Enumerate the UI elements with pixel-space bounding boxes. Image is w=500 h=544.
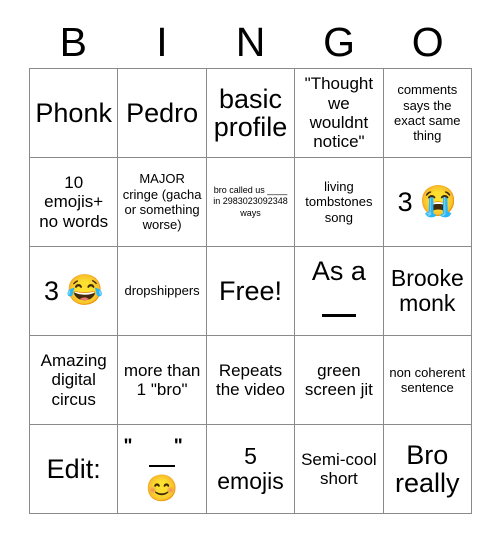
bingo-cell-b2[interactable]: 10 emojis+ no words [30, 158, 119, 247]
bingo-cell-i4[interactable]: more than 1 "bro" [118, 336, 207, 425]
bingo-card: B I N G O Phonk Pedro basic profile "Tho… [29, 0, 472, 514]
bingo-cell-o5[interactable]: Bro really [383, 425, 472, 514]
bingo-cell-b3[interactable]: 3 😂 [30, 247, 119, 336]
bingo-cell-b1[interactable]: Phonk [30, 69, 119, 158]
bingo-cell-g5[interactable]: Semi-cool short [295, 425, 384, 514]
bingo-cell-g2-label: living tombstones song [305, 179, 373, 225]
bingo-cell-i3[interactable]: dropshippers [118, 247, 207, 336]
bingo-cell-g3[interactable]: As a [295, 247, 384, 336]
blank-underline [149, 464, 176, 467]
bingo-cell-i1[interactable]: Pedro [118, 69, 207, 158]
bingo-cell-b5[interactable]: Edit: [30, 425, 119, 514]
bingo-cell-g1-label: "Thought we wouldnt notice" [304, 74, 374, 152]
bingo-cell-i3-label: dropshippers [124, 283, 200, 299]
bingo-cell-g3-label: As a [311, 255, 366, 286]
bingo-cell-n2[interactable]: bro called us ____ in 2983023092348 ways [206, 158, 296, 247]
bingo-cell-n5[interactable]: 5 emojis [206, 425, 296, 514]
bingo-cell-free-label: Free! [218, 275, 282, 306]
bingo-cell-n1-label: basic profile [213, 83, 288, 142]
bingo-cell-b4[interactable]: Amazing digital circus [30, 336, 119, 425]
bingo-header: B I N G O [29, 0, 472, 68]
header-letter-o: O [411, 19, 444, 65]
bingo-cell-i2-label: MAJOR cringe (gacha or something worse) [122, 171, 202, 233]
bingo-cell-i5[interactable]: " " 😊 [118, 425, 207, 514]
bingo-cell-g2[interactable]: living tombstones song [295, 158, 384, 247]
bingo-cell-i4-label: more than 1 "bro" [123, 360, 201, 399]
bingo-cell-o2-label: 3 [397, 186, 413, 217]
bingo-cell-o1[interactable]: comments says the exact same thing [383, 69, 472, 158]
smiling-face-with-smiling-eyes-emoji: 😊 [145, 473, 179, 504]
bingo-cell-i1-label: Pedro [126, 97, 199, 128]
header-letter-g: G [323, 19, 356, 65]
bingo-cell-n4[interactable]: Repeats the video [206, 336, 296, 425]
bingo-cell-g5-label: Semi-cool short [301, 449, 377, 488]
bingo-grid: Phonk Pedro basic profile "Thought we wo… [29, 68, 472, 514]
bingo-cell-b1-label: Phonk [35, 97, 112, 128]
bingo-cell-i2[interactable]: MAJOR cringe (gacha or something worse) [118, 158, 207, 247]
header-letter-n: N [235, 19, 266, 65]
header-letter-b: B [59, 19, 87, 65]
bingo-cell-i5-label: " " [123, 435, 201, 457]
bingo-cell-b3-label: 3 [44, 275, 60, 306]
bingo-cell-o3-label: Brooke monk [390, 265, 464, 316]
bingo-cell-g1[interactable]: "Thought we wouldnt notice" [295, 69, 384, 158]
bingo-cell-o4[interactable]: non coherent sentence [383, 336, 472, 425]
bingo-cell-b5-label: Edit: [46, 453, 101, 484]
bingo-cell-n1[interactable]: basic profile [206, 69, 296, 158]
bingo-cell-g4-label: green screen jit [304, 360, 373, 399]
face-with-tears-of-joy-emoji: 😂 [66, 274, 104, 307]
bingo-cell-g3-blank [298, 307, 379, 324]
blank-underline [321, 314, 356, 318]
bingo-cell-o3[interactable]: Brooke monk [383, 247, 472, 336]
bingo-cell-o5-label: Bro really [395, 439, 460, 498]
bingo-cell-b4-label: Amazing digital circus [40, 350, 107, 409]
bingo-cell-o2[interactable]: 3 😭 [383, 158, 472, 247]
bingo-cell-n5-label: 5 emojis [217, 443, 284, 494]
bingo-cell-g4[interactable]: green screen jit [295, 336, 384, 425]
bingo-cell-b2-label: 10 emojis+ no words [39, 172, 109, 231]
bingo-cell-o4-label: non coherent sentence [389, 364, 466, 395]
bingo-cell-i5-blank [121, 457, 202, 474]
bingo-cell-n3-free[interactable]: Free! [206, 247, 296, 336]
bingo-cell-n4-label: Repeats the video [215, 360, 285, 399]
header-letter-i: I [156, 19, 168, 65]
loudly-crying-face-emoji: 😭 [419, 185, 457, 218]
bingo-cell-n2-label: bro called us ____ in 2983023092348 ways [213, 185, 288, 218]
bingo-cell-o1-label: comments says the exact same thing [394, 82, 461, 144]
